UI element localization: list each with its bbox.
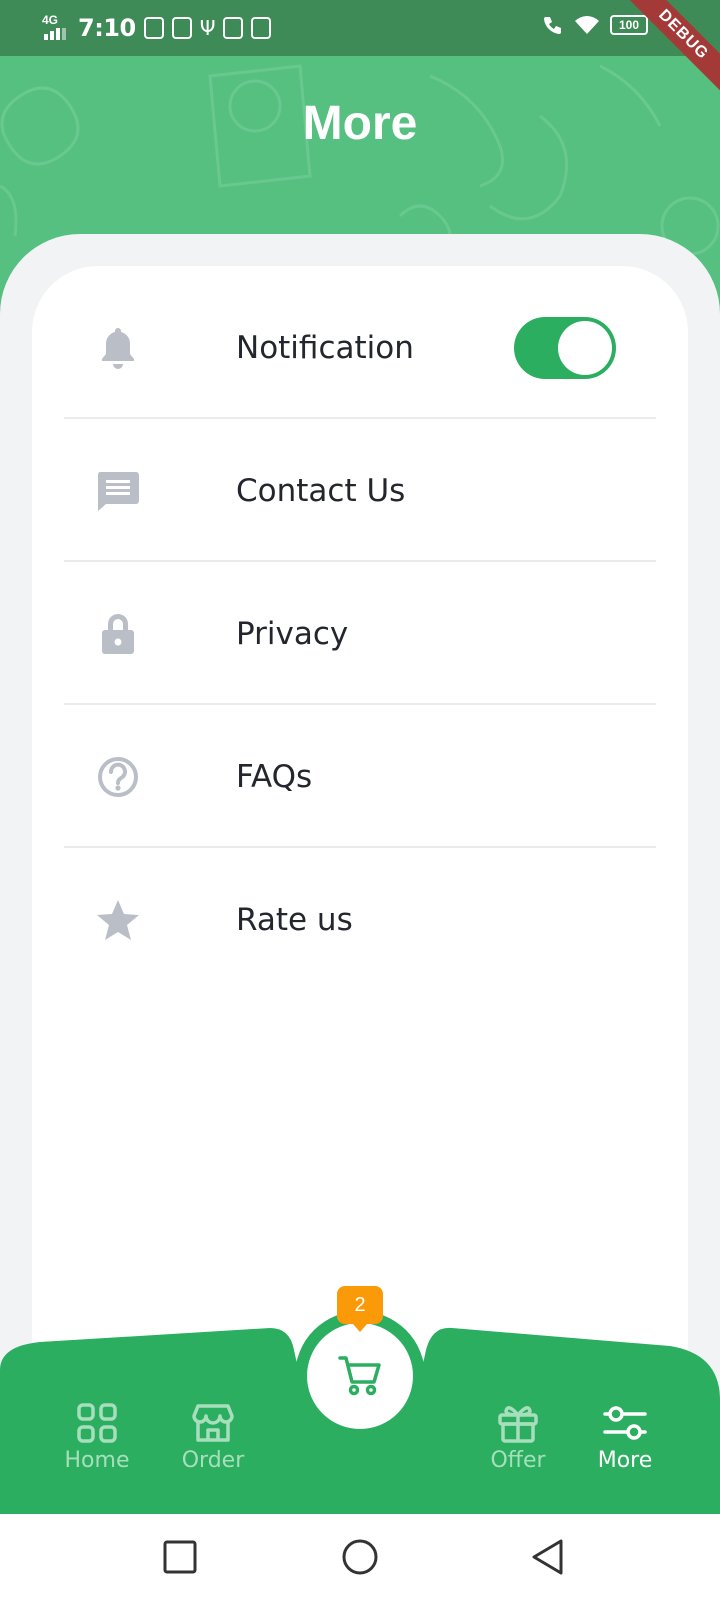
chat-icon [92, 465, 144, 517]
menu-item-label: Notification [236, 329, 414, 366]
menu-item-rate-us[interactable]: Rate us [64, 848, 656, 991]
nav-item-order[interactable]: Order [158, 1402, 268, 1473]
cart-icon [338, 1356, 381, 1396]
cellular-signal-icon: 4G [40, 14, 70, 42]
nav-item-home[interactable]: Home [42, 1402, 152, 1473]
menu-card: Notification Contact Us Privacy FAQs Rat… [32, 266, 688, 1396]
star-icon [92, 894, 144, 946]
wifi-call-icon [544, 17, 561, 34]
back-button[interactable] [528, 1537, 568, 1577]
page-title: More [302, 97, 418, 150]
network-type: 4G [42, 13, 59, 27]
nav-label: Offer [490, 1448, 546, 1473]
cart-badge-count: 2 [354, 1294, 366, 1316]
bell-icon [92, 322, 144, 374]
battery-icon: 100 [610, 15, 648, 35]
menu-item-faqs[interactable]: FAQs [64, 705, 656, 848]
notification-mic-icon [251, 17, 272, 39]
question-circle-icon [92, 751, 144, 803]
lock-icon [92, 608, 144, 660]
nav-label: Order [181, 1448, 245, 1473]
notification-app-icon [171, 17, 192, 39]
notification-toggle[interactable] [514, 316, 616, 379]
menu-item-label: Privacy [236, 615, 349, 652]
status-left-group: 4G 7:10 Ψ [40, 12, 272, 44]
menu-item-privacy[interactable]: Privacy [64, 562, 656, 705]
grid-icon [77, 1403, 117, 1443]
usb-icon: Ψ [199, 16, 216, 40]
nav-label: Home [64, 1448, 130, 1473]
menu-item-label: Contact Us [236, 472, 406, 509]
menu-item-contact-us[interactable]: Contact Us [64, 419, 656, 562]
status-time: 7:10 [78, 14, 136, 42]
cart-badge: 2 [337, 1286, 383, 1332]
gift-icon [498, 1406, 538, 1443]
notification-mail-icon [223, 17, 244, 39]
nav-label: More [597, 1448, 653, 1473]
wifi-icon [575, 16, 599, 34]
toggle-knob [558, 320, 612, 375]
sliders-icon [603, 1406, 647, 1440]
nav-item-more[interactable]: More [570, 1402, 680, 1473]
battery-level: 100 [618, 18, 640, 32]
status-right-group: 100 [542, 14, 648, 36]
home-button[interactable] [340, 1537, 380, 1577]
notification-check-icon [143, 17, 164, 39]
menu-item-label: Rate us [236, 901, 353, 938]
system-navigation-bar [0, 1514, 720, 1600]
nav-item-offer[interactable]: Offer [463, 1402, 573, 1473]
status-bar: 4G 7:10 Ψ 100 [0, 0, 720, 56]
store-icon [192, 1404, 234, 1442]
recent-apps-button[interactable] [162, 1539, 198, 1575]
menu-item-label: FAQs [236, 758, 313, 795]
menu-item-notification[interactable]: Notification [64, 276, 656, 419]
